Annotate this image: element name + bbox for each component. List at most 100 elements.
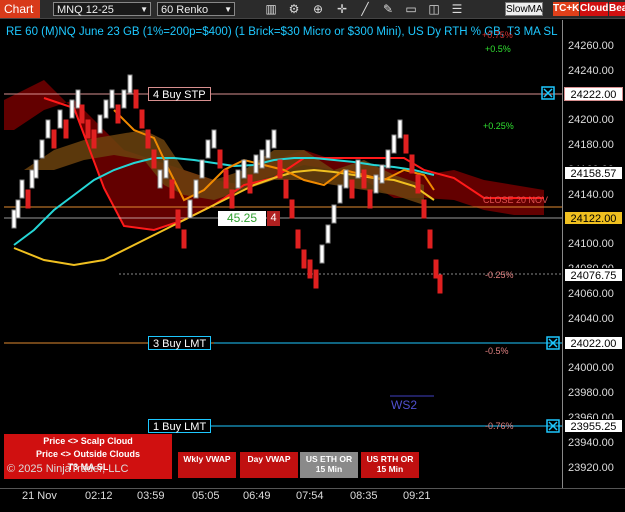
renko-brick xyxy=(295,229,301,249)
time-tick: 02:12 xyxy=(85,490,113,502)
price-tick: 24060.00 xyxy=(568,288,614,300)
draw-line-icon[interactable]: ╱ xyxy=(357,1,373,17)
slow-ma-button[interactable]: SlowMA xyxy=(505,2,543,16)
copyright-text: © 2025 NinjaTrader, LLC xyxy=(7,463,129,475)
buy-stop-price-box: 24222.00 xyxy=(564,87,623,101)
renko-brick xyxy=(211,129,217,149)
bear-button[interactable]: Bear xyxy=(609,2,625,16)
ruler-icon[interactable]: ◫ xyxy=(426,1,442,17)
renko-brick xyxy=(97,114,103,134)
renko-brick xyxy=(75,89,81,109)
time-tick: 06:49 xyxy=(243,490,271,502)
renko-brick xyxy=(319,244,325,264)
us-eth-or-button[interactable]: US ETH OR 15 Min xyxy=(300,452,358,478)
more-icon[interactable]: ☰ xyxy=(449,1,465,17)
time-tick: 03:59 xyxy=(137,490,165,502)
renko-brick xyxy=(187,199,193,219)
renko-brick xyxy=(29,169,35,189)
renko-brick xyxy=(145,129,151,149)
time-tick: 05:05 xyxy=(192,490,220,502)
buy-limit-order-3-label[interactable]: 3 Buy LMT xyxy=(148,336,212,350)
pencil-icon[interactable]: ✎ xyxy=(380,1,396,17)
renko-brick xyxy=(307,259,313,279)
pct-label-plus-025: +0.25% xyxy=(483,121,514,131)
renko-brick xyxy=(91,129,97,149)
price-tick: 24140.00 xyxy=(568,188,614,201)
price-tick: 23920.00 xyxy=(568,461,614,474)
renko-brick xyxy=(271,129,277,149)
bar-type-selector[interactable]: 60 Renko ▼ xyxy=(157,2,235,16)
scalp-cloud-signal[interactable]: Price <> Scalp Cloud xyxy=(4,436,172,446)
horizontal-line-icon[interactable]: ▭ xyxy=(403,1,419,17)
renko-brick xyxy=(229,189,235,209)
renko-brick xyxy=(217,149,223,169)
buy-limit-3-price-box: 24022.00 xyxy=(564,336,623,350)
renko-brick xyxy=(337,184,343,204)
renko-brick xyxy=(409,154,415,174)
renko-brick xyxy=(379,164,385,184)
close-icon xyxy=(543,88,553,98)
renko-brick xyxy=(121,89,127,109)
chart-tab[interactable]: Chart xyxy=(0,0,40,18)
renko-brick xyxy=(241,159,247,179)
gear-icon[interactable]: ⚙ xyxy=(286,1,302,17)
renko-brick xyxy=(139,109,145,129)
renko-bricks xyxy=(11,74,443,294)
chart-header: RE 60 (M)NQ June 23 GB (1%=200p=$400) (1… xyxy=(6,26,558,38)
renko-brick xyxy=(367,189,373,209)
renko-brick xyxy=(157,169,163,189)
position-pnl[interactable]: 45.25 xyxy=(218,211,266,226)
renko-brick xyxy=(11,209,17,229)
instrument-selector[interactable]: MNQ 12-25 ▼ xyxy=(53,2,151,16)
renko-brick xyxy=(259,149,265,169)
time-tick: 09:21 xyxy=(403,490,431,502)
zoom-icon[interactable]: ⊕ xyxy=(310,1,326,17)
buy-stop-order-label[interactable]: 4 Buy STP xyxy=(148,87,211,101)
pct-label-minus-076: -0.76% xyxy=(485,421,514,431)
renko-brick xyxy=(109,89,115,109)
pct-label-plus-050: +0.5% xyxy=(485,44,511,54)
renko-brick xyxy=(301,249,307,269)
bar-chart-icon[interactable]: ▥ xyxy=(263,1,279,17)
ws2-label: WS2 xyxy=(391,398,418,412)
price-plot[interactable] xyxy=(4,20,562,490)
renko-brick xyxy=(355,159,361,179)
renko-brick xyxy=(205,139,211,159)
close-price-box: 24122.00 xyxy=(564,211,623,225)
renko-brick xyxy=(57,109,63,129)
renko-brick xyxy=(415,174,421,194)
chevron-down-icon: ▼ xyxy=(140,5,148,14)
renko-brick xyxy=(115,104,121,124)
renko-brick xyxy=(63,119,69,139)
day-vwap-button[interactable]: Day VWAP xyxy=(240,452,298,478)
renko-brick xyxy=(361,169,367,189)
ma-price-box: 24158.57 xyxy=(564,166,623,180)
instrument-value: MNQ 12-25 xyxy=(57,4,114,16)
bar-type-value: 60 Renko xyxy=(161,4,209,16)
price-tick: 23940.00 xyxy=(568,436,614,449)
brown-cloud xyxy=(24,130,424,205)
time-tick: 08:35 xyxy=(350,490,378,502)
renko-brick xyxy=(127,74,133,94)
chart-toolbar: Chart MNQ 12-25 ▼ 60 Renko ▼ ▥ ⚙ ⊕ ✛ ╱ ✎… xyxy=(0,0,625,19)
renko-brick xyxy=(85,119,91,139)
position-quantity[interactable]: 4 xyxy=(267,211,280,226)
us-rth-or-button[interactable]: US RTH OR 15 Min xyxy=(361,452,419,478)
renko-brick xyxy=(79,104,85,124)
crosshair-icon[interactable]: ✛ xyxy=(334,1,350,17)
tc-k-button[interactable]: TC+K xyxy=(553,2,579,16)
renko-brick xyxy=(397,119,403,139)
renko-brick xyxy=(133,89,139,109)
price-tick: 24180.00 xyxy=(568,139,614,152)
renko-brick xyxy=(437,274,443,294)
renko-brick xyxy=(265,139,271,159)
buy-limit-order-1-label[interactable]: 1 Buy LMT xyxy=(148,419,212,433)
pct-label-top: +0.75% xyxy=(482,30,513,40)
renko-brick xyxy=(343,169,349,189)
cloud-button[interactable]: Cloud xyxy=(580,2,608,16)
renko-brick xyxy=(289,199,295,219)
pct-label-minus-050: -0.5% xyxy=(485,346,509,356)
close-label: CLOSE 20 NOV xyxy=(483,195,549,205)
weekly-vwap-button[interactable]: Wkly VWAP xyxy=(178,452,236,478)
outside-clouds-signal[interactable]: Price <> Outside Clouds xyxy=(4,449,172,459)
